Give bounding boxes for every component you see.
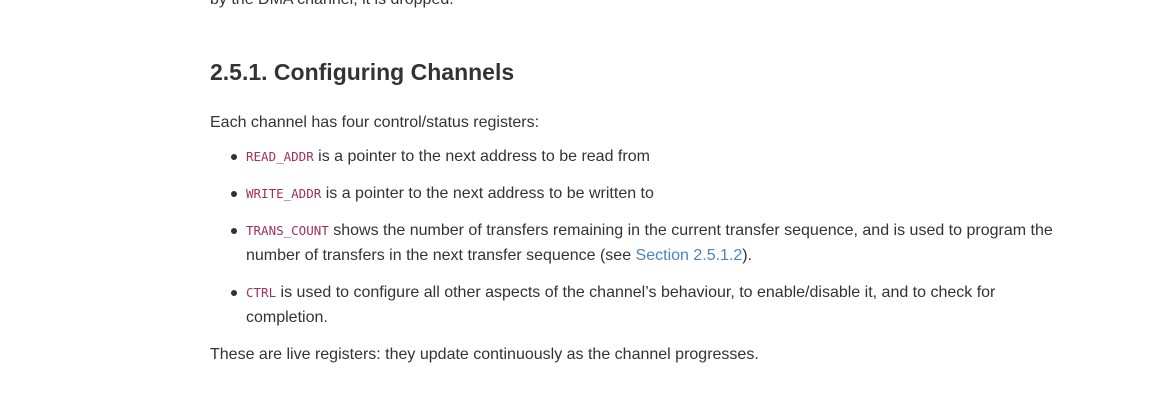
register-description: is used to configure all other aspects o… [246,284,996,326]
register-name-read-addr: READ_ADDR [246,149,314,164]
register-name-trans-count: TRANS_COUNT [246,223,329,238]
register-description: is a pointer to the next address to be r… [313,148,650,165]
list-item-read-addr: READ_ADDR is a pointer to the next addre… [231,144,1060,169]
register-description: is a pointer to the next address to be w… [321,185,654,202]
intro-paragraph: Each channel has four control/status reg… [210,114,540,131]
section-content: 2.5.1. Configuring Channels Each channel… [210,54,1060,367]
section-link[interactable]: Section 2.5.1.2 [636,247,743,264]
document-page: by the DMA channel, it is dropped. 2.5.1… [0,0,1151,406]
register-name-write-addr: WRITE_ADDR [246,186,322,201]
list-item-ctrl: CTRL is used to configure all other aspe… [231,280,1060,330]
register-description-end: ). [742,247,753,264]
list-item-trans-count: TRANS_COUNT shows the number of transfer… [231,218,1060,268]
section-heading: 2.5.1. Configuring Channels [210,59,515,85]
previous-paragraph-fragment: by the DMA channel, it is dropped. [210,0,1010,12]
list-item-write-addr: WRITE_ADDR is a pointer to the next addr… [231,181,1060,206]
register-name-ctrl: CTRL [246,285,277,300]
closing-paragraph: These are live registers: they update co… [210,346,759,363]
register-list: READ_ADDR is a pointer to the next addre… [210,144,1060,330]
